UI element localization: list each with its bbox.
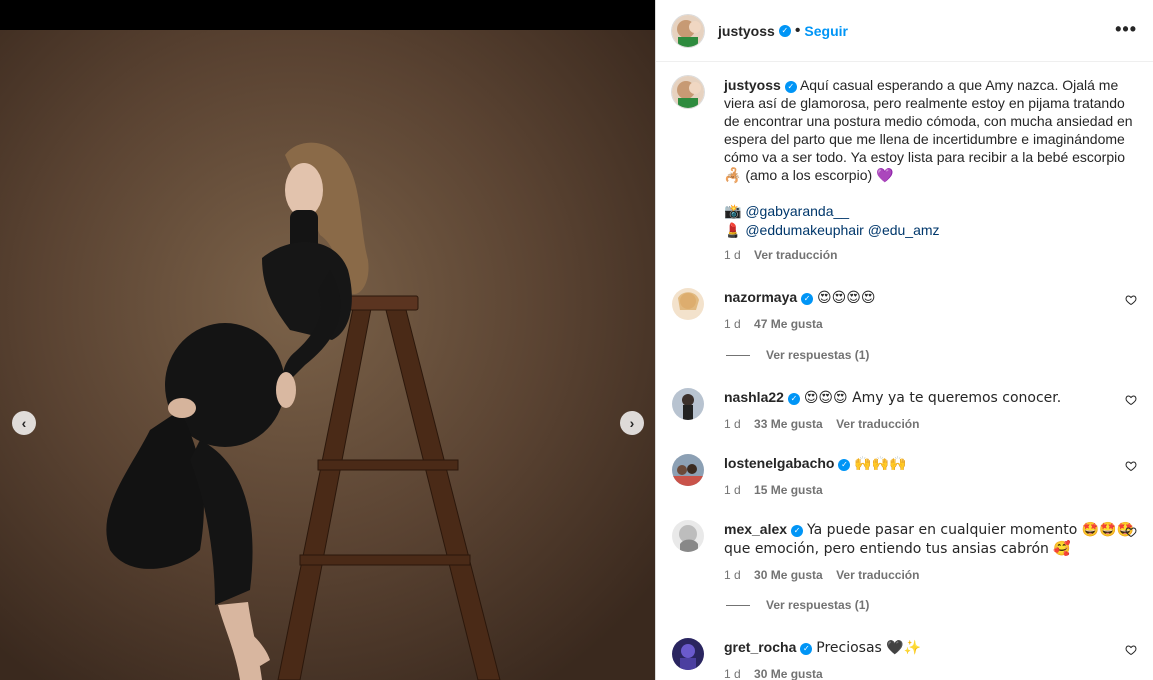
commenter-avatar[interactable]: [672, 520, 704, 552]
translate-button[interactable]: Ver traducción: [836, 568, 919, 582]
like-count[interactable]: 30 Me gusta: [754, 667, 823, 680]
verified-badge-icon: ✓: [787, 393, 800, 405]
author-username[interactable]: justyoss: [718, 23, 775, 39]
mention-link[interactable]: @edu_amz: [868, 222, 940, 238]
mention-link[interactable]: @eddumakeuphair: [745, 222, 864, 238]
replies-line: [726, 604, 750, 606]
verified-badge-icon: ✓: [801, 293, 814, 305]
commenter-avatar[interactable]: [672, 638, 704, 670]
comment-time[interactable]: 1 d: [724, 417, 741, 431]
more-options-icon[interactable]: •••: [1115, 20, 1137, 38]
caption-meta: 1 d Ver traducción: [724, 248, 1137, 262]
like-count[interactable]: 47 Me gusta: [754, 317, 823, 331]
comment-text: 😍😍😍 Amy ya te queremos conocer.: [803, 390, 1062, 406]
lipstick-icon: 💄: [724, 223, 742, 239]
heart-icon[interactable]: [1125, 460, 1137, 472]
comment-username[interactable]: nazormaya: [724, 289, 797, 305]
view-replies-button[interactable]: Ver respuestas (1): [726, 348, 869, 362]
verified-badge-icon: ✓: [838, 459, 851, 471]
verified-badge-icon: ✓: [791, 525, 804, 537]
like-count[interactable]: 33 Me gusta: [754, 417, 823, 431]
caption-body: justyoss ✓ Aquí casual esperando a que Am…: [724, 76, 1137, 240]
caption-text: Aquí casual esperando a que Amy nazca. O…: [724, 77, 1133, 183]
credit-makeup: 💄 @eddumakeuphair @edu_amz: [724, 221, 1137, 240]
caption-time[interactable]: 1 d: [724, 248, 741, 262]
separator-dot: •: [794, 21, 801, 39]
comment-username[interactable]: gret_rocha: [724, 639, 796, 655]
comment-text: 😍😍😍😍: [817, 290, 876, 306]
chevron-left-icon: ‹: [21, 415, 27, 431]
comment-time[interactable]: 1 d: [724, 317, 741, 331]
author-avatar[interactable]: [672, 14, 704, 47]
comment-meta: 1 d 30 Me gusta: [724, 667, 1137, 680]
heart-icon[interactable]: [1125, 644, 1137, 656]
top-bar: [0, 0, 655, 30]
comment-text: Preciosas 🖤✨: [816, 640, 922, 656]
comment-body: nazormaya ✓ 😍😍😍😍: [724, 288, 1137, 307]
post-header: justyoss ✓ • Seguir •••: [656, 0, 1153, 62]
verified-badge-icon: ✓: [784, 81, 797, 93]
comment-time[interactable]: 1 d: [724, 667, 741, 680]
comment-username[interactable]: nashla22: [724, 389, 784, 405]
comment-body: nashla22 ✓ 😍😍😍 Amy ya te queremos conocer…: [724, 388, 1137, 407]
post-side-panel: justyoss ✓ • Seguir ••• justyoss ✓ Aquí c…: [655, 0, 1153, 680]
heart-icon[interactable]: [1125, 526, 1137, 538]
comment-meta: 1 d 33 Me gusta Ver traducción: [724, 417, 1137, 431]
caption: justyoss ✓ Aquí casual esperando a que Am…: [672, 76, 1137, 262]
commenter-avatar[interactable]: [672, 388, 704, 420]
verified-badge-icon: ✓: [778, 24, 791, 37]
caption-avatar[interactable]: [672, 76, 704, 108]
comment-text: 🙌🙌🙌: [854, 456, 907, 472]
comment: nashla22 ✓ 😍😍😍 Amy ya te queremos conocer…: [672, 388, 1137, 431]
comment-meta: 1 d 47 Me gusta: [724, 317, 1137, 331]
comment-body: mex_alex ✓ Ya puede pasar en cualquier mo…: [724, 520, 1137, 558]
comment: nazormaya ✓ 😍😍😍😍 1 d 47 Me gusta: [672, 288, 1137, 331]
comment-username[interactable]: lostenelgabacho: [724, 455, 834, 471]
like-count[interactable]: 30 Me gusta: [754, 568, 823, 582]
heart-icon[interactable]: [1125, 294, 1137, 306]
caption-username[interactable]: justyoss: [724, 77, 781, 93]
photo-illustration: [0, 30, 655, 680]
credit-photo: 📸 @gabyaranda__: [724, 202, 1137, 221]
follow-button[interactable]: Seguir: [804, 23, 848, 39]
camera-icon: 📸: [724, 204, 742, 220]
mention-link[interactable]: @gabyaranda__: [745, 203, 849, 219]
next-photo-button[interactable]: ›: [620, 411, 644, 435]
comment-time[interactable]: 1 d: [724, 483, 741, 497]
commenter-avatar[interactable]: [672, 454, 704, 486]
chevron-right-icon: ›: [629, 415, 635, 431]
verified-badge-icon: ✓: [800, 643, 813, 655]
heart-icon[interactable]: [1125, 394, 1137, 406]
instagram-post-view: ‹ › justyoss ✓ • Seguir ••• justyoss ✓ A…: [0, 0, 1153, 680]
comment-body: lostenelgabacho ✓ 🙌🙌🙌: [724, 454, 1137, 473]
translate-button[interactable]: Ver traducción: [754, 248, 837, 262]
previous-photo-button[interactable]: ‹: [12, 411, 36, 435]
replies-label: Ver respuestas (1): [766, 348, 870, 362]
comment: lostenelgabacho ✓ 🙌🙌🙌 1 d 15 Me gusta: [672, 454, 1137, 497]
comment: gret_rocha ✓ Preciosas 🖤✨ 1 d 30 Me gusta: [672, 638, 1137, 680]
replies-line: [726, 354, 750, 356]
comment-meta: 1 d 30 Me gusta Ver traducción: [724, 568, 1137, 582]
comment-body: gret_rocha ✓ Preciosas 🖤✨: [724, 638, 1137, 657]
view-replies-button[interactable]: Ver respuestas (1): [726, 598, 869, 612]
like-count[interactable]: 15 Me gusta: [754, 483, 823, 497]
translate-button[interactable]: Ver traducción: [836, 417, 919, 431]
post-photo[interactable]: ‹ ›: [0, 30, 655, 680]
commenter-avatar[interactable]: [672, 288, 704, 320]
comment-username[interactable]: mex_alex: [724, 521, 787, 537]
comment-meta: 1 d 15 Me gusta: [724, 483, 1137, 497]
comment: mex_alex ✓ Ya puede pasar en cualquier mo…: [672, 520, 1137, 582]
comment-time[interactable]: 1 d: [724, 568, 741, 582]
replies-label: Ver respuestas (1): [766, 598, 870, 612]
